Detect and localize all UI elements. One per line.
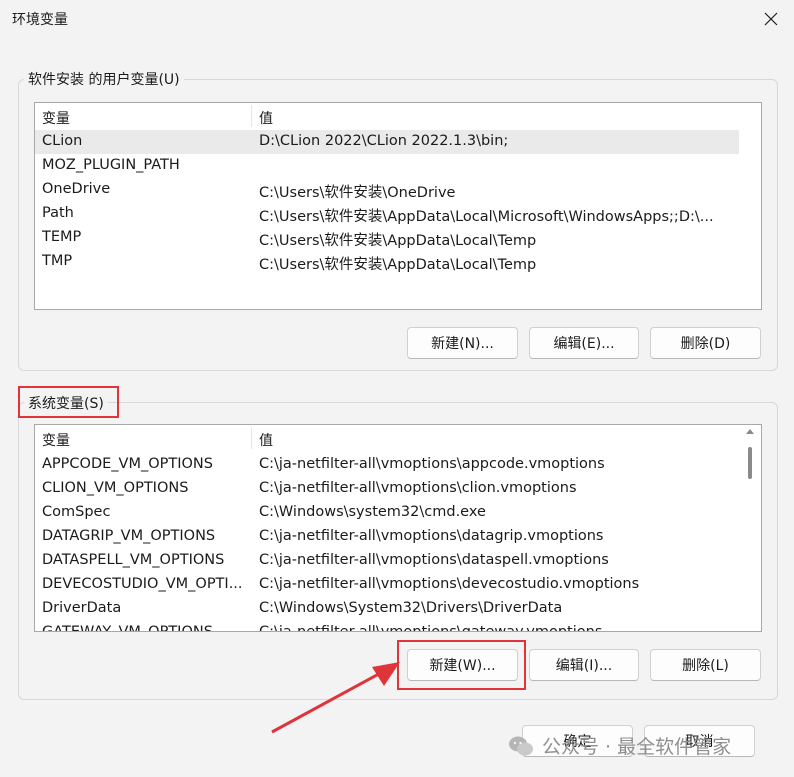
variable-name: GATEWAY_VM_OPTIONS bbox=[42, 624, 213, 632]
watermark-text: 公众号 · 最全软件管家 bbox=[542, 736, 732, 758]
variable-value: C:\Windows\system32\cmd.exe bbox=[259, 504, 486, 520]
variable-value: C:\ja-netfilter-all\vmoptions\datagrip.v… bbox=[259, 528, 604, 544]
variable-value: C:\Users\软件安装\AppData\Local\Temp bbox=[259, 257, 537, 273]
variable-name: Path bbox=[42, 205, 74, 221]
table-row[interactable]: CLION_VM_OPTIONS C:\ja-netfilter-all\vmo… bbox=[35, 477, 739, 501]
system-variables-list[interactable]: 变量 值 APPCODE_VM_OPTIONS C:\ja-netfilter-… bbox=[34, 424, 762, 632]
table-row[interactable]: OneDrive C:\Users\软件安装\OneDrive bbox=[35, 178, 739, 202]
column-header-value[interactable]: 值 bbox=[259, 430, 273, 450]
user-edit-button[interactable]: 编辑(E)... bbox=[529, 327, 639, 359]
table-row[interactable]: Path C:\Users\软件安装\AppData\Local\Microso… bbox=[35, 202, 739, 226]
highlight-box-legend bbox=[18, 386, 119, 418]
variable-name: APPCODE_VM_OPTIONS bbox=[42, 456, 213, 472]
user-delete-button[interactable]: 删除(D) bbox=[650, 327, 761, 359]
variable-name: TEMP bbox=[42, 229, 82, 245]
system-delete-button[interactable]: 删除(L) bbox=[650, 649, 761, 681]
table-row[interactable]: TMP C:\Users\软件安装\AppData\Local\Temp bbox=[35, 250, 739, 274]
column-divider[interactable] bbox=[251, 427, 252, 449]
user-variables-list[interactable]: 变量 值 CLion D:\CLion 2022\CLion 2022.1.3\… bbox=[34, 102, 762, 310]
table-row[interactable]: TEMP C:\Users\软件安装\AppData\Local\Temp bbox=[35, 226, 739, 250]
title-bar: 环境变量 bbox=[0, 0, 794, 40]
column-header-value[interactable]: 值 bbox=[259, 108, 273, 128]
variable-name: MOZ_PLUGIN_PATH bbox=[42, 157, 180, 173]
variable-value: C:\ja-netfilter-all\vmoptions\appcode.vm… bbox=[259, 456, 605, 472]
variable-name: CLION_VM_OPTIONS bbox=[42, 480, 189, 496]
variable-value: C:\Users\软件安装\AppData\Local\Microsoft\Wi… bbox=[259, 209, 714, 225]
variable-name: DriverData bbox=[42, 600, 122, 616]
system-edit-button[interactable]: 编辑(I)... bbox=[529, 649, 639, 681]
table-row[interactable]: DriverData C:\Windows\System32\Drivers\D… bbox=[35, 597, 739, 621]
variable-name: TMP bbox=[42, 253, 73, 269]
user-new-button[interactable]: 新建(N)... bbox=[407, 327, 518, 359]
variable-value: D:\CLion 2022\CLion 2022.1.3\bin; bbox=[259, 133, 509, 149]
table-row[interactable]: DEVECOSTUDIO_VM_OPTI... C:\ja-netfilter-… bbox=[35, 573, 739, 597]
highlight-box-new bbox=[397, 640, 526, 690]
wechat-icon bbox=[509, 736, 533, 755]
column-header-variable[interactable]: 变量 bbox=[42, 108, 70, 128]
scrollbar-thumb[interactable] bbox=[748, 447, 752, 479]
variable-name: DATASPELL_VM_OPTIONS bbox=[42, 552, 225, 568]
variable-value: C:\ja-netfilter-all\vmoptions\devecostud… bbox=[259, 576, 640, 592]
table-row[interactable]: DATASPELL_VM_OPTIONS C:\ja-netfilter-all… bbox=[35, 549, 739, 573]
table-row[interactable]: GATEWAY_VM_OPTIONS C:\ja-netfilter-all\v… bbox=[35, 621, 739, 632]
table-row[interactable]: MOZ_PLUGIN_PATH bbox=[35, 154, 739, 178]
scroll-up-arrow[interactable] bbox=[746, 429, 754, 434]
variable-name: OneDrive bbox=[42, 181, 111, 197]
variable-value: C:\Users\软件安装\OneDrive bbox=[259, 185, 456, 201]
table-row[interactable]: CLion D:\CLion 2022\CLion 2022.1.3\bin; bbox=[35, 130, 739, 154]
close-button[interactable] bbox=[748, 0, 794, 38]
column-header-variable[interactable]: 变量 bbox=[42, 430, 70, 450]
variable-value: C:\Windows\System32\Drivers\DriverData bbox=[259, 600, 563, 616]
table-row[interactable]: DATAGRIP_VM_OPTIONS C:\ja-netfilter-all\… bbox=[35, 525, 739, 549]
variable-name: DEVECOSTUDIO_VM_OPTI... bbox=[42, 576, 243, 592]
table-row[interactable]: ComSpec C:\Windows\system32\cmd.exe bbox=[35, 501, 739, 525]
window-title: 环境变量 bbox=[12, 12, 68, 28]
variable-value: C:\ja-netfilter-all\vmoptions\clion.vmop… bbox=[259, 480, 577, 496]
variable-name: ComSpec bbox=[42, 504, 111, 520]
list-header: 变量 值 bbox=[35, 103, 761, 129]
variable-value: C:\ja-netfilter-all\vmoptions\dataspell.… bbox=[259, 552, 609, 568]
variable-value: C:\ja-netfilter-all\vmoptions\gateway.vm… bbox=[259, 624, 603, 632]
variable-name: CLion bbox=[42, 133, 83, 149]
annotation-arrow bbox=[271, 662, 400, 734]
close-icon bbox=[764, 12, 778, 26]
user-variables-legend: 软件安装 的用户变量(U) bbox=[24, 69, 184, 89]
watermark: 公众号 · 最全软件管家 bbox=[508, 732, 731, 759]
list-header: 变量 值 bbox=[35, 425, 761, 451]
column-divider[interactable] bbox=[251, 105, 252, 127]
table-row[interactable]: APPCODE_VM_OPTIONS C:\ja-netfilter-all\v… bbox=[35, 453, 739, 477]
variable-value: C:\Users\软件安装\AppData\Local\Temp bbox=[259, 233, 537, 249]
variable-name: DATAGRIP_VM_OPTIONS bbox=[42, 528, 216, 544]
